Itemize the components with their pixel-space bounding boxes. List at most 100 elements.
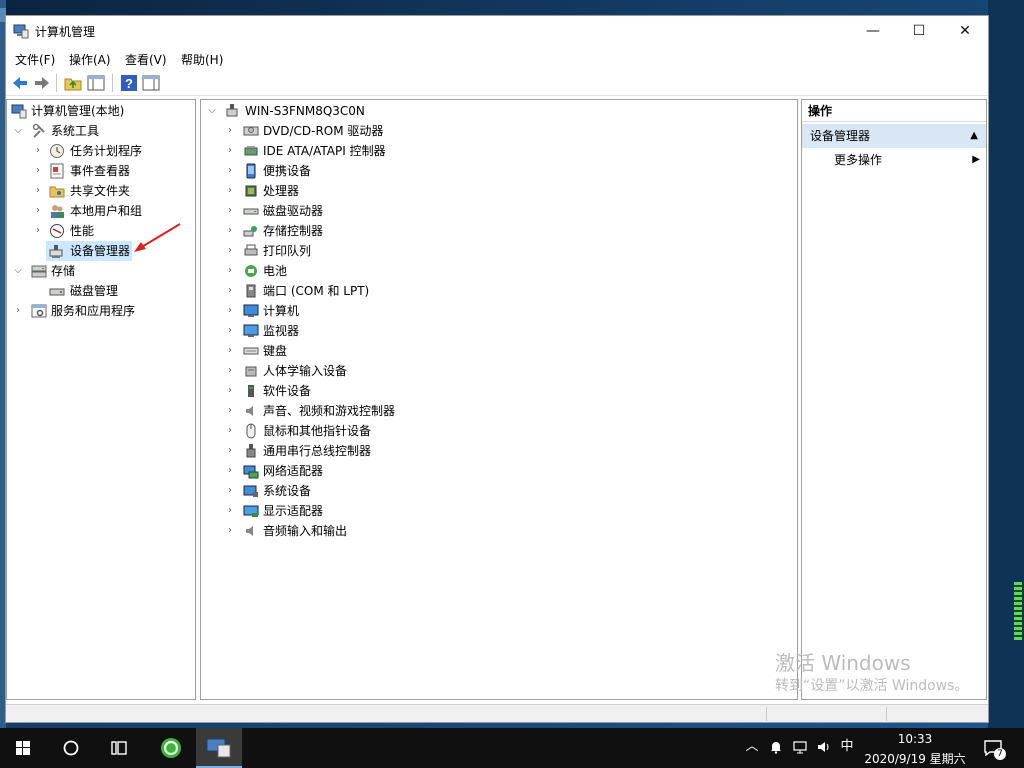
menu-file[interactable]: 文件(F) — [15, 51, 55, 68]
more-actions-item[interactable]: 更多操作 ▶ — [802, 150, 986, 172]
device-category-row[interactable]: › 端口 (COM 和 LPT) — [201, 281, 791, 301]
menu-help[interactable]: 帮助(H) — [181, 51, 223, 68]
maximize-button[interactable]: ☐ — [896, 16, 942, 46]
device-category-row[interactable]: › 人体学输入设备 — [201, 361, 791, 381]
properties-view-icon[interactable] — [141, 73, 161, 93]
device-category-row[interactable]: › 打印队列 — [201, 241, 791, 261]
tree-item-shared-folders[interactable]: › 共享文件夹 — [7, 181, 195, 201]
chevron-down-icon[interactable]: ⌵ — [13, 261, 23, 281]
task-view-icon[interactable] — [96, 728, 142, 768]
chevron-right-icon[interactable]: › — [225, 341, 235, 361]
chevron-right-icon[interactable]: › — [13, 301, 23, 321]
device-list-pane: ⌵ WIN-S3FNM8Q3C0N › DVD/CD-ROM 驱动器 › IDE AT… — [200, 99, 798, 700]
chevron-right-icon[interactable]: › — [225, 401, 235, 421]
device-category-row[interactable]: › 网络适配器 — [201, 461, 791, 481]
chevron-up-icon[interactable]: ︿ — [744, 739, 760, 755]
chevron-right-icon[interactable]: › — [225, 281, 235, 301]
device-category-row[interactable]: › IDE ATA/ATAPI 控制器 — [201, 141, 791, 161]
menu-view[interactable]: 查看(V) — [125, 51, 167, 68]
device-category-row[interactable]: › DVD/CD-ROM 驱动器 — [201, 121, 791, 141]
device-category-label: 显示适配器 — [263, 504, 324, 518]
users-icon — [51, 205, 64, 218]
chevron-right-icon[interactable]: › — [33, 201, 43, 221]
close-button[interactable]: ✕ — [942, 16, 988, 46]
chevron-right-icon[interactable]: › — [225, 381, 235, 401]
minimize-button[interactable]: — — [850, 16, 896, 46]
device-category-row[interactable]: › 声音、视频和游戏控制器 — [201, 401, 791, 421]
chevron-right-icon[interactable]: › — [225, 441, 235, 461]
device-category-row[interactable]: › 电池 — [201, 261, 791, 281]
battery-icon — [245, 265, 257, 277]
back-arrow-icon[interactable] — [10, 73, 30, 93]
tree-item-local-users[interactable]: › 本地用户和组 — [7, 201, 195, 221]
browser-icon[interactable] — [148, 728, 194, 768]
device-category-row[interactable]: › 鼠标和其他指针设备 — [201, 421, 791, 441]
device-category-row[interactable]: › 磁盘驱动器 — [201, 201, 791, 221]
chevron-right-icon[interactable]: › — [225, 421, 235, 441]
chevron-right-icon[interactable]: › — [225, 201, 235, 221]
start-windows-icon[interactable] — [0, 728, 46, 768]
menu-action[interactable]: 操作(A) — [69, 51, 111, 68]
up-folder-icon[interactable] — [63, 73, 83, 93]
chevron-right-icon[interactable]: › — [33, 181, 43, 201]
help-icon[interactable]: ? — [119, 73, 139, 93]
tree-item-system-tools[interactable]: ⌵ 系统工具 — [7, 121, 195, 141]
chevron-right-icon[interactable]: › — [225, 301, 235, 321]
clock-date[interactable]: 2020/9/19 星期六 — [862, 750, 968, 767]
chevron-right-icon[interactable]: › — [225, 361, 235, 381]
clock-time[interactable]: 10:33 — [890, 732, 940, 746]
volume-icon[interactable] — [816, 739, 832, 755]
chevron-right-icon[interactable]: › — [225, 221, 235, 241]
tree-item-root[interactable]: 计算机管理(本地) — [7, 101, 195, 121]
chevron-right-icon[interactable]: › — [225, 321, 235, 341]
tree-item-task-scheduler[interactable]: › 任务计划程序 — [7, 141, 195, 161]
device-category-row[interactable]: › 显示适配器 — [201, 501, 791, 521]
chevron-right-icon[interactable]: › — [225, 241, 235, 261]
chevron-right-icon[interactable]: › — [225, 501, 235, 521]
chevron-right-icon[interactable]: › — [33, 161, 43, 181]
device-category-row[interactable]: › 键盘 — [201, 341, 791, 361]
notification-bell-icon[interactable] — [768, 739, 784, 755]
device-category-row[interactable]: › 便携设备 — [201, 161, 791, 181]
chevron-right-icon[interactable]: › — [225, 481, 235, 501]
tree-item-storage[interactable]: ⌵ 存储 — [7, 261, 195, 281]
chevron-down-icon[interactable]: ⌵ — [207, 101, 217, 121]
show-hide-tree-icon[interactable] — [86, 73, 106, 93]
device-root-computer[interactable]: ⌵ WIN-S3FNM8Q3C0N — [201, 101, 791, 121]
chevron-right-icon[interactable]: › — [225, 161, 235, 181]
device-category-row[interactable]: › 处理器 — [201, 181, 791, 201]
ime-indicator[interactable]: 中 — [839, 739, 855, 755]
chevron-right-icon[interactable]: › — [225, 521, 235, 541]
services-icon — [31, 304, 47, 318]
tree-item-event-viewer[interactable]: › 事件查看器 — [7, 161, 195, 181]
taskbar-computer-management[interactable] — [196, 728, 242, 768]
device-category-row[interactable]: › 音频输入和输出 — [201, 521, 791, 541]
device-category-label: 计算机 — [263, 304, 300, 318]
actions-section-device-manager[interactable]: 设备管理器 ▲ — [802, 124, 986, 148]
tree-item-disk-management[interactable]: 磁盘管理 — [7, 281, 195, 301]
toolbar-separator — [56, 74, 57, 92]
tree-item-device-manager[interactable]: 设备管理器 — [46, 241, 132, 261]
tree-item-services-apps[interactable]: › 服务和应用程序 — [7, 301, 195, 321]
chevron-down-icon[interactable]: ⌵ — [13, 121, 23, 141]
chevron-right-icon[interactable]: › — [33, 141, 43, 161]
device-category-row[interactable]: › 计算机 — [201, 301, 791, 321]
actions-pane: 操作 设备管理器 ▲ 更多操作 ▶ — [801, 99, 987, 700]
chevron-right-icon[interactable]: › — [225, 461, 235, 481]
search-circle-icon[interactable] — [48, 728, 94, 768]
chevron-right-icon[interactable]: › — [225, 121, 235, 141]
network-icon[interactable] — [792, 739, 808, 755]
device-category-row[interactable]: › 存储控制器 — [201, 221, 791, 241]
chevron-right-icon[interactable]: › — [33, 221, 43, 241]
chevron-right-icon[interactable]: › — [225, 261, 235, 281]
device-category-row[interactable]: › 系统设备 — [201, 481, 791, 501]
forward-arrow-icon[interactable] — [32, 73, 52, 93]
device-category-row[interactable]: › 通用串行总线控制器 — [201, 441, 791, 461]
device-category-row[interactable]: › 软件设备 — [201, 381, 791, 401]
collapse-caret-icon[interactable]: ▲ — [970, 124, 978, 148]
title-bar[interactable]: 计算机管理 — ☐ ✕ — [6, 16, 988, 46]
tree-label: 存储 — [51, 264, 76, 278]
device-category-row[interactable]: › 监视器 — [201, 321, 791, 341]
chevron-right-icon[interactable]: › — [225, 141, 235, 161]
chevron-right-icon[interactable]: › — [225, 181, 235, 201]
